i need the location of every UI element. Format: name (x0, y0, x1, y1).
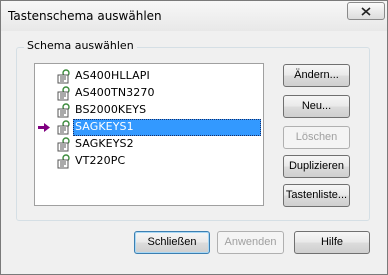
new-button[interactable]: Neu... (283, 95, 350, 118)
list-item-label: VT220PC (75, 154, 126, 167)
close-dialog-button[interactable]: Schließen (134, 231, 210, 254)
window-title: Tastenschema auswählen (8, 9, 162, 23)
key-list-button[interactable]: Tastenliste... (283, 184, 350, 207)
delete-button[interactable]: Löschen (283, 126, 350, 149)
close-button[interactable] (347, 2, 385, 20)
help-button[interactable]: Hilfe (294, 231, 370, 254)
list-item[interactable]: AS400TN3270 (35, 85, 263, 102)
list-item[interactable]: SAGKEYS2 (35, 136, 263, 153)
apply-button[interactable]: Anwenden (217, 231, 284, 254)
key-icon (57, 120, 70, 135)
list-item[interactable]: AS400HLLAPI (35, 68, 263, 85)
list-item-label: SAGKEYS1 (75, 120, 134, 133)
key-icon (57, 137, 70, 152)
list-item[interactable]: VT220PC (35, 153, 263, 170)
key-icon (57, 69, 70, 84)
list-item-label: AS400TN3270 (75, 86, 155, 99)
duplicate-button[interactable]: Duplizieren (283, 155, 350, 178)
title-bar[interactable]: Tastenschema auswählen (1, 1, 387, 31)
list-item[interactable]: SAGKEYS1 (35, 119, 263, 136)
active-marker-icon (38, 123, 50, 132)
list-item[interactable]: BS2000KEYS (35, 102, 263, 119)
change-button[interactable]: Ändern... (283, 64, 350, 87)
scheme-listbox[interactable]: AS400HLLAPI AS400TN3270 BS2000KEYS SAGKE… (34, 63, 264, 206)
key-icon (57, 86, 70, 101)
scheme-group-label: Schema auswählen (24, 39, 137, 52)
list-item-label: BS2000KEYS (75, 103, 147, 116)
list-item-label: SAGKEYS2 (75, 137, 134, 150)
close-icon (361, 6, 371, 16)
key-icon (57, 154, 70, 169)
key-icon (57, 103, 70, 118)
list-item-label: AS400HLLAPI (75, 69, 150, 82)
